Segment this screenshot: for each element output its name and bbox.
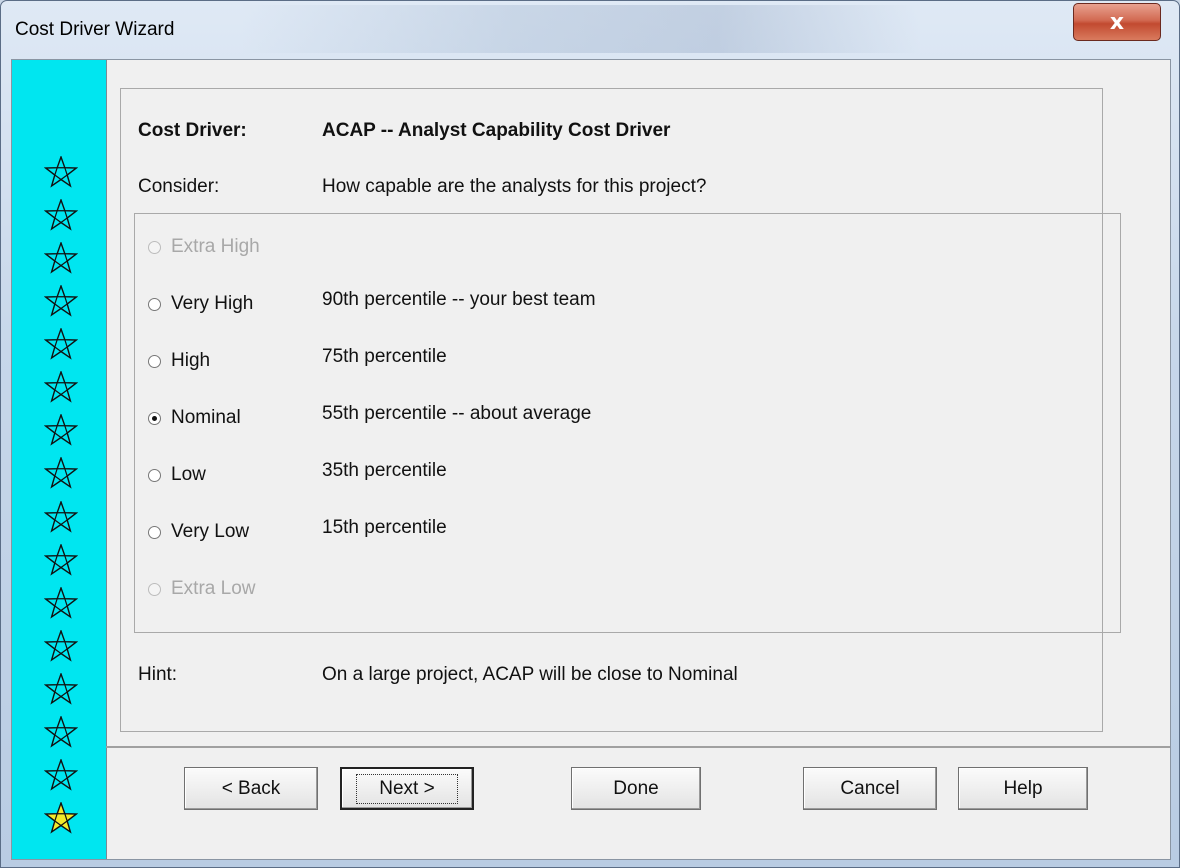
radio-icon[interactable] (148, 525, 161, 539)
star-icon (44, 328, 78, 360)
star-inner-pentagon (54, 253, 68, 267)
star-inner-pentagon (54, 598, 68, 612)
star-inner-pentagon (54, 296, 68, 310)
radio-option-label: Extra Low (171, 578, 256, 599)
radio-icon (148, 240, 161, 254)
radio-option-label: Extra High (171, 236, 260, 257)
star-outline (44, 156, 78, 188)
title-bar-background (241, 5, 921, 53)
star-icon (44, 285, 78, 317)
radio-option-label: Very Low (171, 521, 250, 542)
star-icon (44, 544, 78, 576)
star-icon (44, 414, 78, 446)
radio-option-label: Nominal (171, 407, 241, 428)
star-outline (44, 457, 78, 489)
star-outline (44, 673, 78, 705)
radio-option-description: 90th percentile -- your best team (322, 289, 596, 310)
radio-option: Extra Low (148, 578, 255, 600)
star-outline (44, 285, 78, 317)
star-icon (44, 716, 78, 748)
star-inner-pentagon (54, 555, 68, 569)
star-inner-pentagon (54, 770, 68, 784)
star-inner-pentagon (54, 727, 68, 741)
consider-label: Consider: (138, 176, 220, 197)
star-outline (44, 630, 78, 662)
star-outline (44, 328, 78, 360)
wizard-content-area: Cost Driver: ACAP -- Analyst Capability … (106, 60, 1170, 748)
cancel-button[interactable]: Cancel (803, 767, 937, 810)
radio-option-description: 55th percentile -- about average (322, 403, 592, 424)
star-outline (44, 587, 78, 619)
star-outline (44, 414, 78, 446)
star-outline (44, 759, 78, 791)
radio-selected-icon[interactable] (148, 411, 161, 425)
radio-option[interactable]: High (148, 350, 210, 372)
back-button[interactable]: < Back (184, 767, 318, 810)
radio-option-label: Very High (171, 293, 254, 314)
star-outline (44, 716, 78, 748)
star-outline (44, 802, 78, 834)
radio-option-label: High (171, 350, 211, 371)
next-button-label: Next > (356, 773, 458, 804)
close-button[interactable]: x (1073, 3, 1161, 41)
done-button[interactable]: Done (571, 767, 701, 810)
star-inner-pentagon (54, 425, 68, 439)
radio-option: Extra High (148, 236, 260, 258)
star-icon (44, 501, 78, 533)
wizard-client-area: Cost Driver: ACAP -- Analyst Capability … (11, 59, 1171, 860)
star-icon (44, 199, 78, 231)
radio-option-description: 15th percentile (322, 517, 447, 538)
star-inner-pentagon (54, 512, 68, 526)
radio-option[interactable]: Very High (148, 293, 253, 315)
star-outline (44, 501, 78, 533)
radio-option-description: 35th percentile (322, 460, 447, 481)
radio-icon (148, 582, 161, 596)
star-icon (44, 673, 78, 705)
radio-option[interactable]: Low (148, 464, 206, 486)
star-outline (44, 371, 78, 403)
cost-driver-wizard-window: Cost Driver Wizard x Cost Driver: ACAP -… (0, 0, 1180, 868)
window-title: Cost Driver Wizard (15, 19, 175, 40)
star-inner-pentagon (54, 382, 68, 396)
radio-option-label: Low (171, 464, 206, 485)
star-outline (44, 544, 78, 576)
radio-option-description: 75th percentile (322, 346, 447, 367)
star-outline (44, 199, 78, 231)
hint-label: Hint: (138, 664, 178, 685)
star-inner-pentagon (54, 641, 68, 655)
star-icon (44, 587, 78, 619)
consider-value: How capable are the analysts for this pr… (322, 176, 707, 197)
star-inner-pentagon (54, 167, 68, 181)
star-inner-pentagon (54, 210, 68, 224)
radio-icon[interactable] (148, 468, 161, 482)
radio-icon[interactable] (148, 354, 161, 368)
star-icon (44, 156, 78, 188)
star-outline (44, 242, 78, 274)
star-icon (44, 371, 78, 403)
star-inner-pentagon (54, 339, 68, 353)
star-icon (44, 759, 78, 791)
star-icon (44, 630, 78, 662)
title-bar[interactable]: Cost Driver Wizard x (1, 1, 1179, 59)
rating-options-group (134, 213, 1121, 633)
radio-option[interactable]: Very Low (148, 521, 249, 543)
radio-icon[interactable] (148, 297, 161, 311)
star-inner-pentagon (54, 684, 68, 698)
current-step-star-icon (44, 802, 78, 834)
radio-option[interactable]: Nominal (148, 407, 241, 429)
star-inner-pentagon (54, 468, 68, 482)
progress-star-strip (12, 60, 107, 859)
hint-value: On a large project, ACAP will be close t… (322, 664, 738, 685)
cost-driver-value: ACAP -- Analyst Capability Cost Driver (322, 120, 671, 141)
next-button[interactable]: Next > (340, 767, 474, 810)
help-button[interactable]: Help (958, 767, 1088, 810)
cost-driver-label: Cost Driver: (138, 120, 247, 141)
star-icon (44, 242, 78, 274)
close-icon: x (1109, 9, 1125, 35)
star-icon (44, 457, 78, 489)
